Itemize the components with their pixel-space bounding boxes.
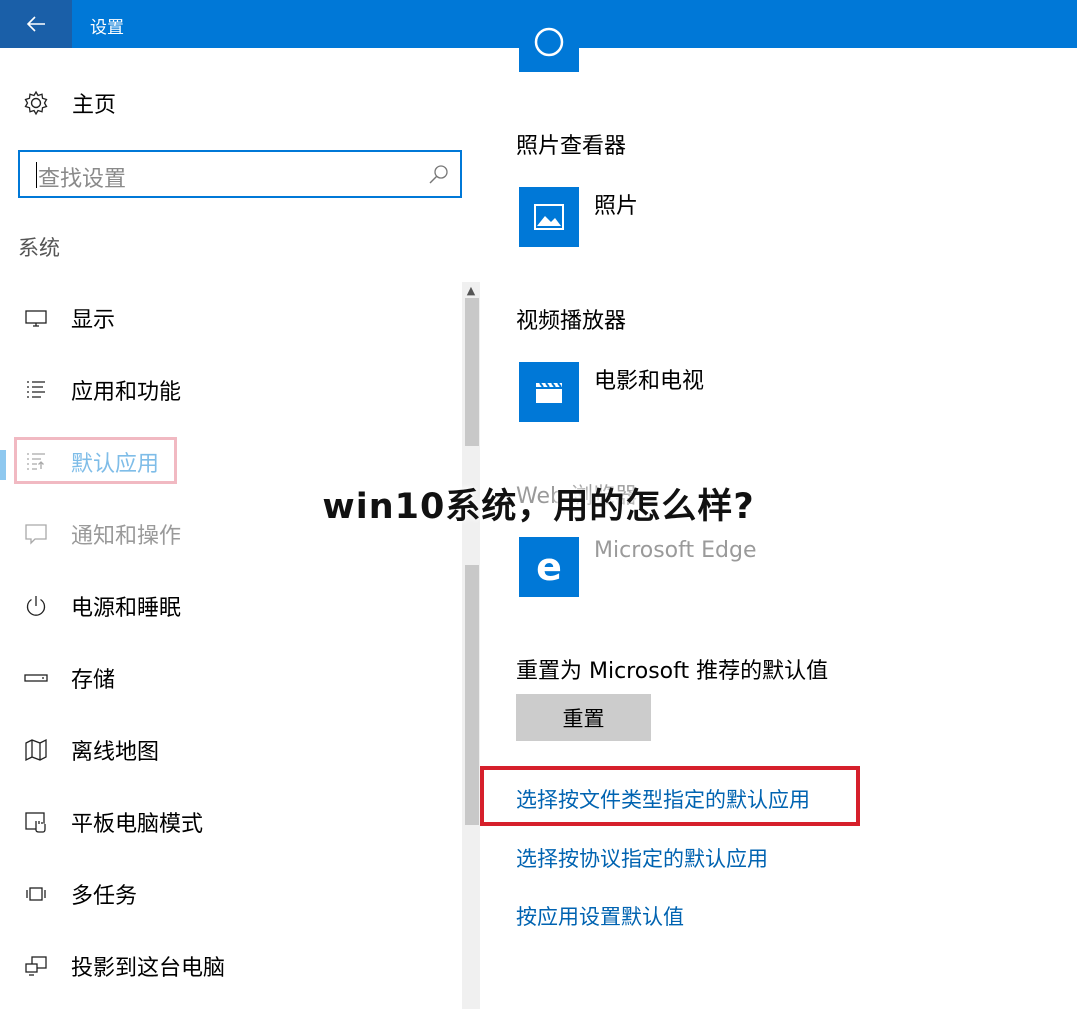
map-icon [22, 736, 50, 764]
link-defaults-by-protocol[interactable]: 选择按协议指定的默认应用 [516, 843, 768, 873]
list-icon [22, 376, 50, 404]
sidebar-item-multitasking[interactable]: 多任务 [0, 858, 460, 930]
sidebar-item-projecting[interactable]: 投影到这台电脑 [0, 930, 460, 1002]
partial-app-tile[interactable] [519, 12, 579, 72]
text-caret [36, 162, 37, 188]
power-icon [22, 592, 50, 620]
search-placeholder: 查找设置 [38, 167, 127, 192]
sidebar-item-display[interactable]: 显示 [0, 282, 460, 354]
sidebar-item-label: 离线地图 [71, 740, 160, 765]
scrollbar-thumb[interactable] [465, 298, 479, 446]
nav-home-label: 主页 [72, 93, 117, 118]
storage-icon [22, 664, 50, 692]
edge-app-name[interactable]: Microsoft Edge [594, 538, 756, 563]
active-indicator [0, 450, 6, 480]
sidebar-item-label: 多任务 [71, 884, 138, 909]
movies-tv-app-tile[interactable] [519, 362, 579, 422]
scroll-up-arrow-icon[interactable]: ▲ [462, 282, 480, 298]
nav-home[interactable]: 主页 [22, 86, 116, 120]
back-arrow-icon [26, 16, 45, 32]
gear-icon [24, 90, 48, 116]
sidebar-item-label: 应用和功能 [71, 380, 182, 405]
projection-icon [22, 952, 50, 980]
reset-button[interactable]: 重置 [516, 694, 651, 741]
edge-logo-icon: e [536, 545, 562, 589]
clapperboard-icon [536, 382, 562, 403]
window-title: 设置 [90, 18, 124, 38]
photo-viewer-heading: 照片查看器 [516, 134, 627, 159]
sidebar-item-label: 显示 [71, 308, 116, 333]
search-icon[interactable] [428, 164, 450, 186]
photos-app-tile[interactable] [519, 187, 579, 247]
sidebar-item-storage[interactable]: 存储 [0, 642, 460, 714]
multitask-icon [22, 880, 50, 908]
scrollbar-thumb-lower[interactable] [465, 565, 479, 825]
sidebar-item-label: 电源和睡眠 [71, 596, 182, 621]
highlight-box-default-apps [14, 437, 177, 484]
edge-app-tile[interactable]: e [519, 537, 579, 597]
overlay-caption: win10系统，用的怎么样? [322, 487, 755, 527]
reset-heading: 重置为 Microsoft 推荐的默认值 [516, 659, 829, 684]
video-player-heading: 视频播放器 [516, 309, 627, 334]
sidebar-item-apps-features[interactable]: 应用和功能 [0, 354, 460, 426]
highlight-box-file-type-link [480, 766, 860, 826]
search-input[interactable]: 查找设置 [18, 150, 462, 198]
section-title: 系统 [18, 236, 60, 260]
photos-app-name[interactable]: 照片 [594, 188, 638, 220]
sidebar-item-label: 投影到这台电脑 [71, 956, 226, 981]
nav-list: 显示 应用和功能 默认应用 通知和操作 电源和睡眠 存储 离线地图 平板电脑模式… [0, 282, 460, 1002]
back-button[interactable] [0, 0, 72, 48]
sidebar-item-label: 存储 [71, 668, 116, 693]
sidebar-item-offline-maps[interactable]: 离线地图 [0, 714, 460, 786]
tablet-mode-icon [22, 808, 50, 836]
photo-icon [534, 204, 564, 230]
monitor-icon [22, 304, 50, 332]
clock-icon [534, 27, 564, 57]
movies-tv-app-name[interactable]: 电影和电视 [594, 363, 704, 395]
link-defaults-by-app[interactable]: 按应用设置默认值 [516, 901, 684, 931]
sidebar-item-label: 平板电脑模式 [71, 812, 204, 837]
sidebar-item-tablet-mode[interactable]: 平板电脑模式 [0, 786, 460, 858]
sidebar-item-power-sleep[interactable]: 电源和睡眠 [0, 570, 460, 642]
